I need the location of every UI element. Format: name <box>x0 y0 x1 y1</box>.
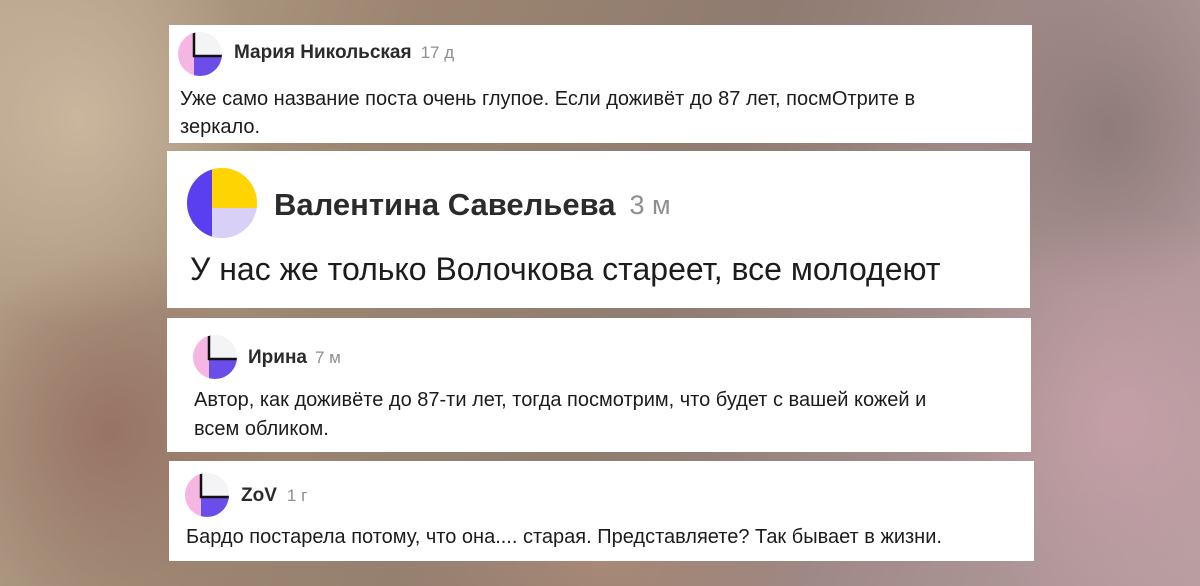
comment-text: Бардо постарела потому, что она.... стар… <box>186 523 942 551</box>
user-avatar-icon[interactable] <box>185 473 229 517</box>
author-name[interactable]: ZoV <box>241 485 277 507</box>
comment-text-line: Уже само название поста очень глупое. Ес… <box>180 88 916 110</box>
comment-header: Валентина Савельева 3 м <box>274 185 671 225</box>
comment-card: ZoV 1 г Бардо постарела потому, что она.… <box>169 461 1034 561</box>
user-avatar-icon[interactable] <box>178 32 222 76</box>
comment-text-line: всем обликом. <box>194 418 329 440</box>
comment-text: Уже само название поста очень глупое. Ес… <box>180 85 915 141</box>
comment-time: 7 м <box>315 348 341 367</box>
comment-text-line: У нас же только Волочкова стареет, все м… <box>190 251 941 287</box>
comment-card: Валентина Савельева 3 м У нас же только … <box>167 151 1030 308</box>
author-name[interactable]: Валентина Савельева <box>274 187 615 223</box>
comment-header: ZoV 1 г <box>241 484 307 508</box>
comment-text-line: Бардо постарела потому, что она.... стар… <box>186 526 942 548</box>
comment-header: Мария Никольская 17 д <box>234 41 454 65</box>
comment-text: Автор, как доживёте до 87-ти лет, тогда … <box>194 386 926 444</box>
user-avatar-icon[interactable] <box>193 335 237 379</box>
comment-text: У нас же только Волочкова стареет, все м… <box>190 249 940 289</box>
comment-time: 1 г <box>286 486 308 505</box>
user-avatar-icon[interactable] <box>187 168 257 238</box>
comment-card: Мария Никольская 17 д Уже само название … <box>169 25 1032 143</box>
comment-text-line: зеркало. <box>180 116 261 138</box>
author-name[interactable]: Ирина <box>248 347 307 369</box>
comment-time: 17 д <box>420 43 455 62</box>
comment-header: Ирина 7 м <box>248 346 341 370</box>
comment-card: Ирина 7 м Автор, как доживёте до 87-ти л… <box>167 318 1031 452</box>
author-name[interactable]: Мария Никольская <box>234 42 412 64</box>
comment-time: 3 м <box>629 189 671 220</box>
comment-text-line: Автор, как доживёте до 87-ти лет, тогда … <box>194 389 927 411</box>
